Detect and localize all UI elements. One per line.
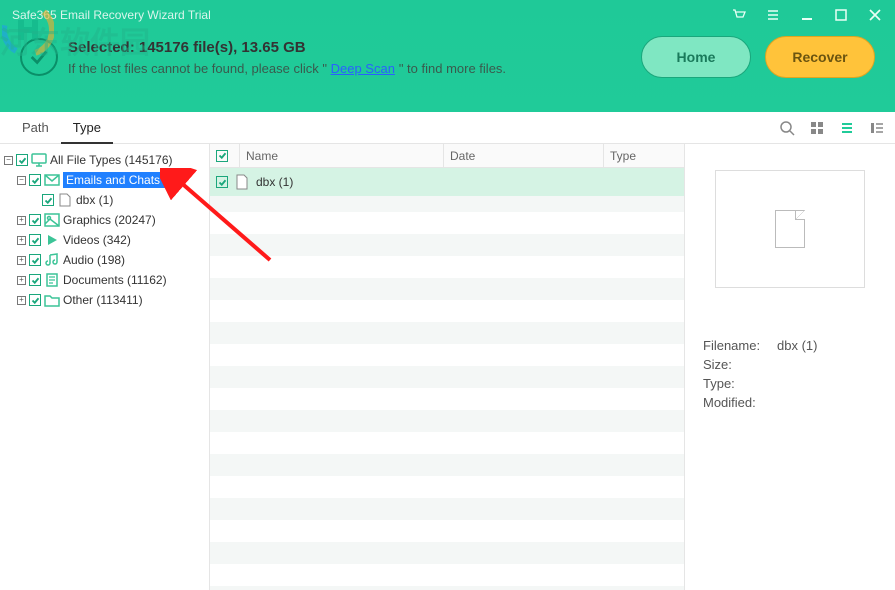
list-body[interactable]: dbx (1) [210,168,684,590]
app-header: Safe365 Email Recovery Wizard Trial 河东软件… [0,0,895,112]
checkbox-all[interactable] [216,150,228,162]
tree-label: Emails and Chats (1) [63,172,181,188]
checkbox[interactable] [29,174,41,186]
toolbar: Path Type [0,112,895,144]
meta-label: Type: [703,376,777,391]
tree-label: Videos (342) [63,233,131,247]
meta-label: Modified: [703,395,777,410]
meta-modified: Modified: [703,395,877,410]
watermark-logo [2,4,54,56]
header-text: Selected: 145176 file(s), 13.65 GB If th… [68,39,631,76]
tree-graphics[interactable]: + Graphics (20247) [4,210,205,230]
checkbox[interactable] [16,154,28,166]
main-area: − All File Types (145176) − Emails and C… [0,144,895,590]
folder-icon [44,293,60,307]
tree-label: All File Types (145176) [50,153,173,167]
tree-label: Other (113411) [63,293,143,307]
recover-button[interactable]: Recover [765,36,875,78]
document-icon [44,273,60,287]
hint-line: If the lost files cannot be found, pleas… [68,60,631,76]
expand-icon[interactable]: + [17,276,26,285]
checkbox[interactable] [42,194,54,206]
picture-icon [44,213,60,227]
tree-audio[interactable]: + Audio (198) [4,250,205,270]
file-icon [234,174,250,190]
tree-videos[interactable]: + Videos (342) [4,230,205,250]
deep-scan-link[interactable]: Deep Scan [331,61,395,76]
tab-type[interactable]: Type [61,112,113,144]
window-controls [731,7,883,23]
tree-root[interactable]: − All File Types (145176) [4,150,205,170]
list-row[interactable]: dbx (1) [210,168,684,196]
col-date[interactable]: Date [444,144,604,167]
menu-icon[interactable] [765,7,781,23]
col-type[interactable]: Type [604,144,684,167]
spacer [30,196,39,205]
tab-path[interactable]: Path [10,112,61,144]
title-bar: Safe365 Email Recovery Wizard Trial [0,0,895,30]
home-button[interactable]: Home [641,36,751,78]
tree-emails[interactable]: − Emails and Chats (1) [4,170,205,190]
meta-value: dbx (1) [777,338,817,353]
tree-label: dbx (1) [76,193,113,207]
checkbox[interactable] [29,294,41,306]
checkbox[interactable] [216,176,228,188]
hint-post: " to find more files. [399,61,506,76]
checkbox[interactable] [29,234,41,246]
video-icon [44,233,60,247]
collapse-icon[interactable]: − [17,176,26,185]
tree-label: Graphics (20247) [63,213,156,227]
checkbox[interactable] [29,274,41,286]
expand-icon[interactable]: + [17,236,26,245]
meta-size: Size: [703,357,877,372]
detail-icon[interactable] [869,120,885,136]
expand-icon[interactable]: + [17,296,26,305]
file-name: dbx (1) [256,175,293,189]
cart-icon[interactable] [731,7,747,23]
header-buttons: Home Recover [641,36,875,78]
meta-filename: Filename: dbx (1) [703,338,877,353]
expand-icon[interactable]: + [17,216,26,225]
tree-label: Audio (198) [63,253,125,267]
preview-thumbnail [715,170,865,288]
hint-pre: If the lost files cannot be found, pleas… [68,61,331,76]
meta-label: Filename: [703,338,777,353]
mail-icon [44,173,60,187]
meta-type: Type: [703,376,877,391]
col-check[interactable] [210,144,240,167]
checkbox[interactable] [29,254,41,266]
expand-icon[interactable]: + [17,256,26,265]
view-toolbar [779,120,885,136]
preview-pane: Filename: dbx (1) Size: Type: Modified: [685,144,895,590]
audio-icon [44,253,60,267]
tree-label: Documents (11162) [63,273,167,287]
collapse-icon[interactable]: − [4,156,13,165]
list-header: Name Date Type [210,144,684,168]
monitor-icon [31,153,47,167]
tree-documents[interactable]: + Documents (11162) [4,270,205,290]
minimize-icon[interactable] [799,7,815,23]
tree-pane[interactable]: − All File Types (145176) − Emails and C… [0,144,210,590]
tree-other[interactable]: + Other (113411) [4,290,205,310]
header-info: Selected: 145176 file(s), 13.65 GB If th… [0,30,895,78]
close-icon[interactable] [867,7,883,23]
file-list-pane: Name Date Type dbx (1) [210,144,685,590]
meta-label: Size: [703,357,777,372]
selected-summary: Selected: 145176 file(s), 13.65 GB [68,39,631,56]
file-icon [57,193,73,207]
checkbox[interactable] [29,214,41,226]
file-placeholder-icon [775,210,805,248]
tree-dbx[interactable]: dbx (1) [4,190,205,210]
maximize-icon[interactable] [833,7,849,23]
list-icon[interactable] [839,120,855,136]
col-name[interactable]: Name [240,144,444,167]
search-icon[interactable] [779,120,795,136]
grid-icon[interactable] [809,120,825,136]
